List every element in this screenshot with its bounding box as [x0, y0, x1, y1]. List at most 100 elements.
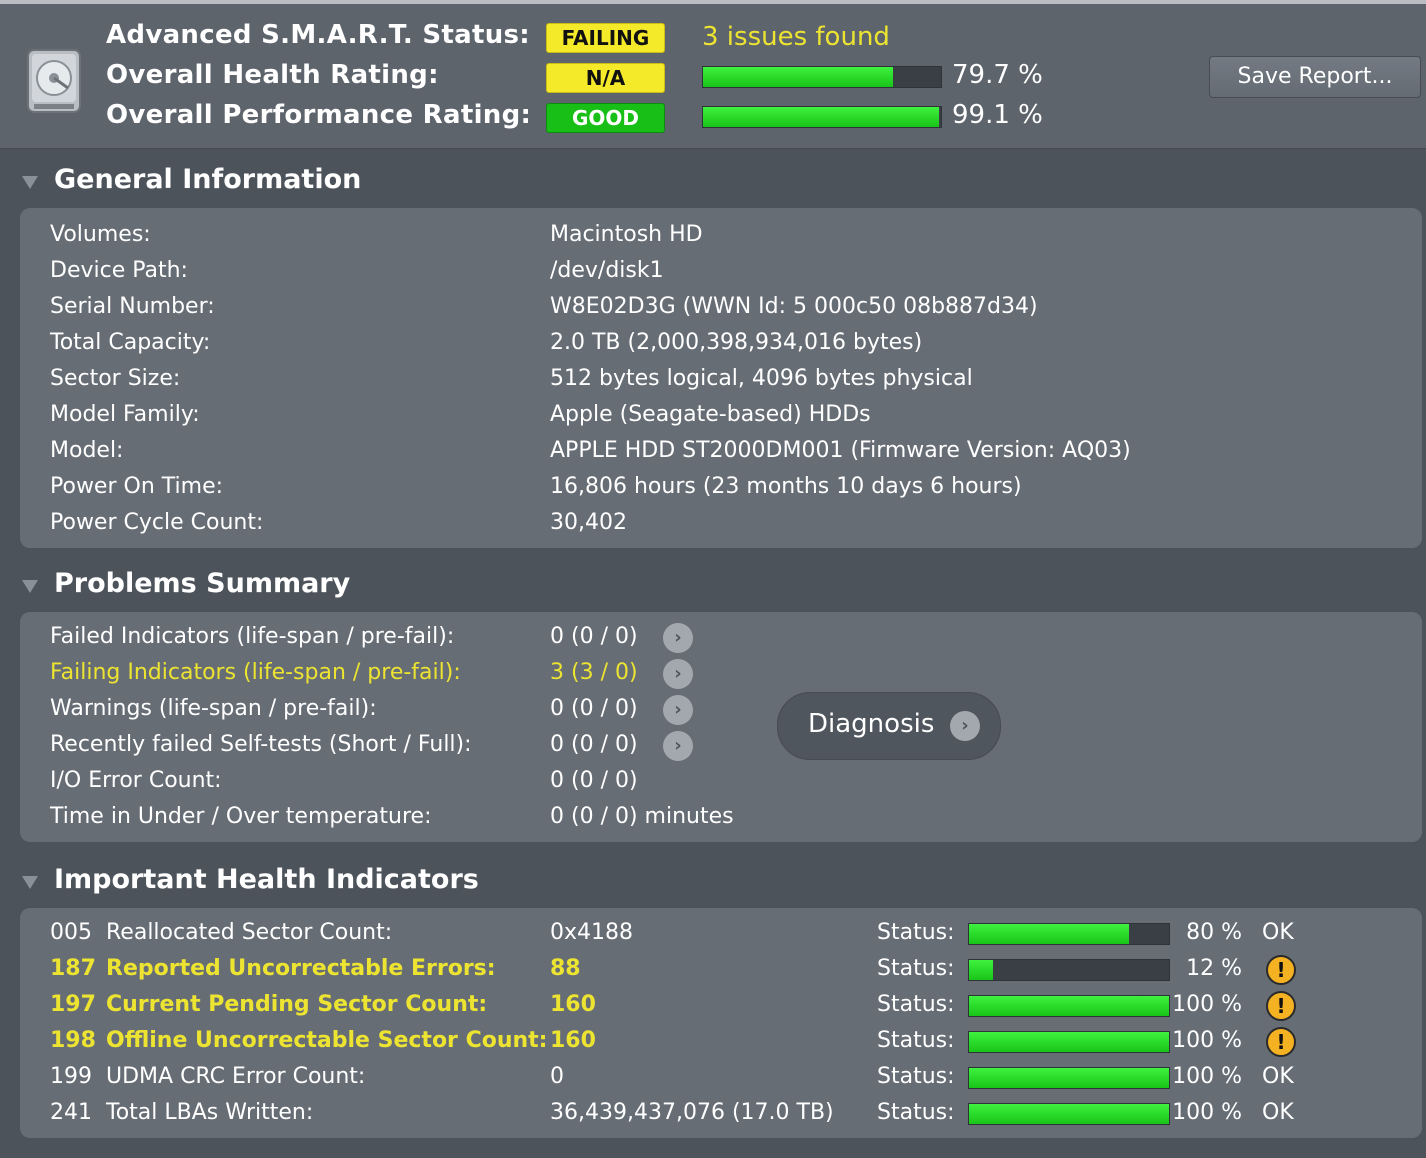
problem-value: 3 (3 / 0) [550, 660, 638, 685]
diagnosis-button-label: Diagnosis [808, 709, 935, 739]
problem-label: I/O Error Count: [50, 768, 222, 793]
info-label: Device Path: [50, 258, 188, 283]
problems-summary-title[interactable]: Problems Summary [54, 568, 350, 599]
problems-summary-panel: Failed Indicators (life-span / pre-fail)… [20, 612, 1422, 842]
health-rating-bar [702, 66, 942, 88]
problem-details-chevron-icon[interactable]: › [663, 695, 693, 725]
performance-rating-bar-fill [703, 107, 939, 127]
health-indicators-title[interactable]: Important Health Indicators [54, 864, 479, 895]
indicator-name: Total LBAs Written: [106, 1100, 314, 1125]
general-disclosure-triangle-icon[interactable] [22, 176, 38, 189]
indicator-status-label: Status: [877, 956, 955, 981]
warning-icon: ! [1266, 1027, 1296, 1057]
health-rating-percent: 79.7 % [952, 60, 1043, 90]
save-report-button[interactable]: Save Report... [1209, 56, 1421, 98]
indicator-status-label: Status: [877, 1064, 955, 1089]
indicator-value: 0x4188 [550, 920, 634, 945]
indicator-id: 005 [50, 920, 92, 945]
smart-status-label: Advanced S.M.A.R.T. Status: [106, 20, 530, 50]
indicator-id: 187 [50, 956, 96, 981]
indicator-name: Reported Uncorrectable Errors: [106, 956, 496, 981]
indicator-ok-status: OK [1262, 1064, 1294, 1089]
info-label: Model Family: [50, 402, 200, 427]
health-indicators-panel: 005 Reallocated Sector Count: 0x4188 Status… [20, 908, 1422, 1138]
chevron-right-icon: › [950, 711, 980, 741]
indicator-id: 241 [50, 1100, 92, 1125]
indicator-status-label: Status: [877, 992, 955, 1017]
indicator-percent: 80 % [1186, 920, 1242, 945]
indicator-ok-status: OK [1262, 920, 1294, 945]
indicator-name: Reallocated Sector Count: [106, 920, 393, 945]
issues-found-text: 3 issues found [702, 22, 890, 52]
info-value: Apple (Seagate-based) HDDs [550, 402, 871, 427]
indicator-name: UDMA CRC Error Count: [106, 1064, 366, 1089]
info-label: Volumes: [50, 222, 151, 247]
problem-value: 0 (0 / 0) [550, 696, 638, 721]
problem-details-chevron-icon[interactable]: › [663, 623, 693, 653]
info-value: 30,402 [550, 510, 627, 535]
info-label: Sector Size: [50, 366, 181, 391]
info-label: Serial Number: [50, 294, 215, 319]
performance-rating-percent: 99.1 % [952, 100, 1043, 130]
info-value: /dev/disk1 [550, 258, 664, 283]
status-header: Advanced S.M.A.R.T. Status: FAILING 3 is… [0, 4, 1426, 149]
info-label: Power Cycle Count: [50, 510, 264, 535]
indicator-percent: 12 % [1186, 956, 1242, 981]
problem-details-chevron-icon[interactable]: › [663, 659, 693, 689]
indicator-ok-status: OK [1262, 1100, 1294, 1125]
info-value: W8E02D3G (WWN Id: 5 000c50 08b887d34) [550, 294, 1038, 319]
health-rating-bar-fill [703, 67, 893, 87]
hard-drive-icon [27, 49, 81, 113]
problem-details-chevron-icon[interactable]: › [663, 731, 693, 761]
indicator-id: 199 [50, 1064, 92, 1089]
info-label: Power On Time: [50, 474, 224, 499]
problem-value: 0 (0 / 0) minutes [550, 804, 734, 829]
indicator-value: 36,439,437,076 (17.0 TB) [550, 1100, 834, 1125]
diagnosis-button[interactable]: Diagnosis › [777, 692, 1001, 760]
indicators-disclosure-triangle-icon[interactable] [22, 876, 38, 889]
warning-icon: ! [1266, 955, 1296, 985]
indicator-percent: 100 % [1172, 992, 1242, 1017]
indicator-percent: 100 % [1172, 1028, 1242, 1053]
problem-value: 0 (0 / 0) [550, 768, 638, 793]
problem-value: 0 (0 / 0) [550, 732, 638, 757]
warning-icon: ! [1266, 991, 1296, 1021]
indicator-id: 197 [50, 992, 96, 1017]
problem-label: Warnings (life-span / pre-fail): [50, 696, 377, 721]
problem-label: Time in Under / Over temperature: [50, 804, 432, 829]
indicator-status-label: Status: [877, 1028, 955, 1053]
performance-rating-bar [702, 106, 942, 128]
problems-disclosure-triangle-icon[interactable] [22, 580, 38, 593]
problem-value: 0 (0 / 0) [550, 624, 638, 649]
indicator-status-bar-fill [969, 960, 993, 980]
indicator-id: 198 [50, 1028, 96, 1053]
problem-label: Recently failed Self-tests (Short / Full… [50, 732, 472, 757]
general-information-panel: Volumes: Macintosh HD Device Path: /dev/dis… [20, 208, 1422, 548]
indicator-status-label: Status: [877, 920, 955, 945]
indicator-percent: 100 % [1172, 1100, 1242, 1125]
indicator-name: Offline Uncorrectable Sector Count: [106, 1028, 548, 1053]
problem-label: Failed Indicators (life-span / pre-fail)… [50, 624, 455, 649]
info-label: Model: [50, 438, 124, 463]
indicator-status-bar-fill [969, 924, 1129, 944]
performance-rating-label: Overall Performance Rating: [106, 100, 532, 130]
indicator-value: 88 [550, 956, 581, 981]
indicator-value: 160 [550, 1028, 596, 1053]
info-label: Total Capacity: [50, 330, 211, 355]
indicator-status-label: Status: [877, 1100, 955, 1125]
indicator-percent: 100 % [1172, 1064, 1242, 1089]
health-rating-badge: N/A [546, 63, 665, 93]
info-value: 2.0 TB (2,000,398,934,016 bytes) [550, 330, 923, 355]
problem-label: Failing Indicators (life-span / pre-fail… [50, 660, 461, 685]
indicator-value: 0 [550, 1064, 564, 1089]
smart-status-badge: FAILING [546, 23, 665, 53]
info-value: APPLE HDD ST2000DM001 (Firmware Version:… [550, 438, 1131, 463]
info-value: 512 bytes logical, 4096 bytes physical [550, 366, 973, 391]
indicator-value: 160 [550, 992, 596, 1017]
performance-rating-badge: GOOD [546, 103, 665, 133]
info-value: Macintosh HD [550, 222, 703, 247]
general-information-title[interactable]: General Information [54, 164, 361, 195]
indicator-name: Current Pending Sector Count: [106, 992, 488, 1017]
info-value: 16,806 hours (23 months 10 days 6 hours) [550, 474, 1022, 499]
health-rating-label: Overall Health Rating: [106, 60, 439, 90]
